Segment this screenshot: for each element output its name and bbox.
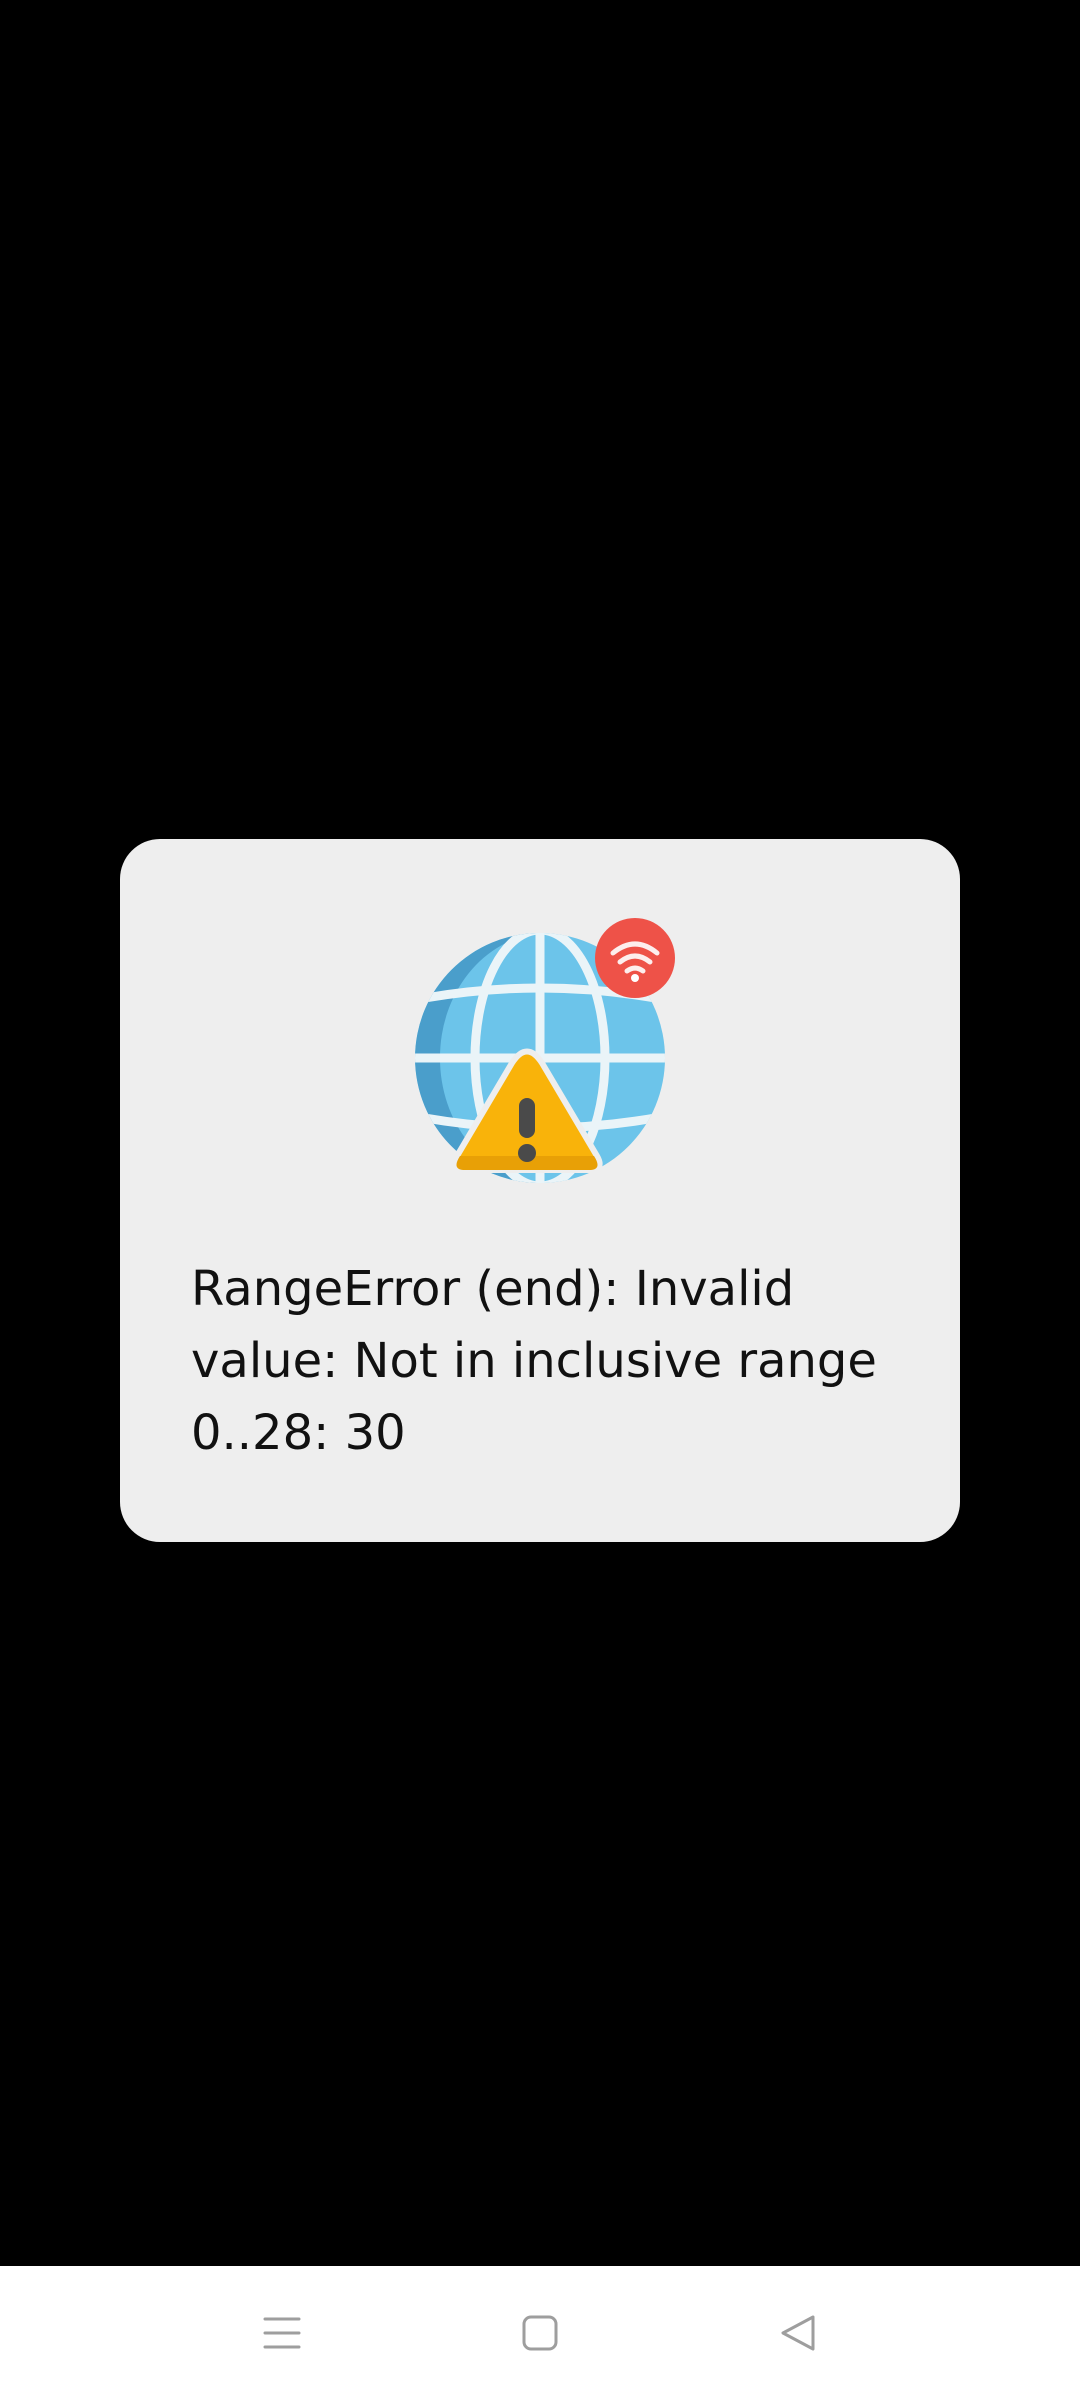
error-message: RangeError (end): Invalid value: Not in … bbox=[191, 1261, 877, 1461]
back-triangle-icon bbox=[781, 2315, 815, 2351]
home-button[interactable] bbox=[500, 2296, 580, 2370]
app-screen: RangeError (end): Invalid value: Not in … bbox=[0, 0, 1080, 2400]
back-button[interactable] bbox=[758, 2296, 838, 2370]
globe-warning-wifi-icon bbox=[400, 908, 690, 1198]
menu-icon bbox=[263, 2317, 301, 2349]
recent-apps-button[interactable] bbox=[242, 2296, 322, 2370]
home-square-icon bbox=[522, 2315, 558, 2351]
